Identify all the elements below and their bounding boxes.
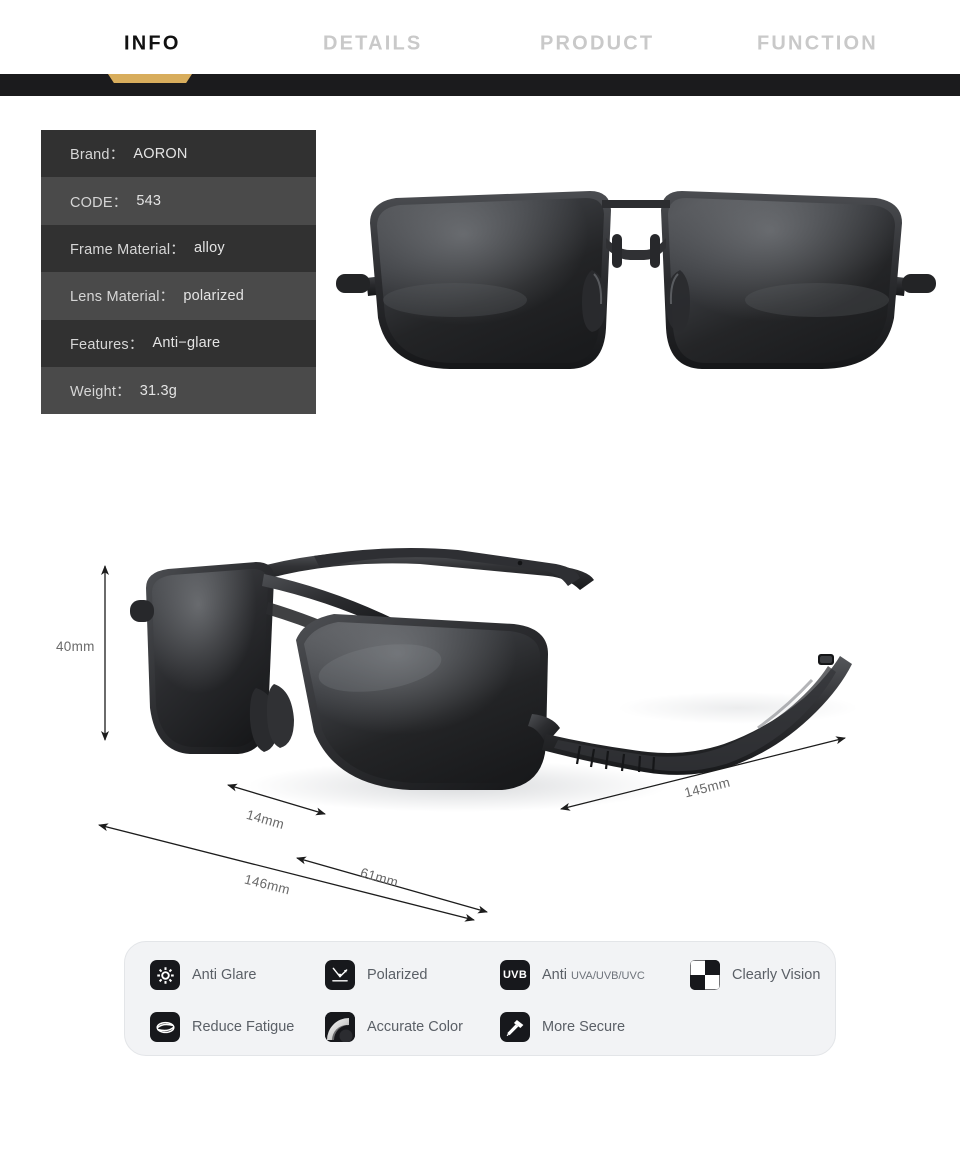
tab-product[interactable]: PRODUCT (540, 33, 654, 56)
feature-polarized: Polarized (325, 960, 427, 990)
active-tab-indicator (108, 74, 192, 83)
spec-key: Lens Material： (70, 289, 175, 306)
dimension-label-40mm: 40mm (56, 639, 95, 654)
tab-list: INFO DETAILS PRODUCT FUNCTION (0, 0, 960, 74)
tab-bar: INFO DETAILS PRODUCT FUNCTION (0, 0, 960, 74)
feature-label: Accurate Color (367, 1019, 463, 1035)
uvb-badge-icon: UVB (500, 960, 530, 990)
specification-table: Brand： AORON CODE： 543 Frame Material： a… (41, 130, 316, 415)
spec-key: Weight： (70, 384, 131, 401)
feature-label: More Secure (542, 1019, 626, 1035)
table-row: Frame Material： alloy (41, 224, 316, 273)
tab-info[interactable]: INFO (124, 33, 181, 56)
spec-key: Features： (70, 336, 144, 353)
tab-function[interactable]: FUNCTION (757, 33, 878, 56)
table-row: CODE： 543 (41, 177, 316, 225)
table-row: Features： Anti−glare (41, 319, 316, 367)
spec-value: AORON (133, 145, 188, 162)
feature-panel: Anti Glare Polarized UVB Anti UVA/UVB/UV… (124, 941, 836, 1056)
table-row: Lens Material： polarized (41, 272, 316, 320)
dimension-annotations: 40mm 14mm 61mm 146mm 145mm (0, 520, 960, 940)
spec-value: polarized (183, 287, 244, 304)
feature-more-secure: More Secure (500, 1012, 625, 1042)
feature-anti-uv: UVB Anti UVA/UVB/UVC (500, 960, 645, 990)
feature-clearly-vision: Clearly Vision (690, 960, 820, 990)
feature-label: Reduce Fatigue (192, 1019, 295, 1035)
table-row: Weight： 31.3g (41, 366, 316, 415)
dimension-line-14mm (227, 783, 326, 816)
dimension-line-146mm (98, 823, 475, 922)
feature-anti-glare: Anti Glare (150, 960, 256, 990)
checkerboard-icon (690, 960, 720, 990)
color-gradient-icon (325, 1012, 355, 1042)
table-row: Brand： AORON (41, 130, 316, 178)
feature-label-sub: UVA/UVB/UVC (571, 970, 645, 982)
sun-glare-icon (150, 960, 180, 990)
tab-details[interactable]: DETAILS (323, 33, 422, 56)
feature-label: Polarized (367, 967, 428, 983)
feature-label-main: Anti (542, 967, 572, 983)
product-detail-page: INFO DETAILS PRODUCT FUNCTION Brand： AOR… (0, 0, 960, 1150)
hammer-icon (500, 1012, 530, 1042)
feature-label: Clearly Vision (732, 967, 821, 983)
dimension-line-145mm (560, 736, 846, 811)
polarized-ray-icon (325, 960, 355, 990)
spec-value: 31.3g (139, 382, 178, 399)
spec-key: CODE： (70, 194, 128, 211)
product-photo-front-view (330, 178, 942, 383)
spec-key: Brand： (70, 147, 125, 164)
uvb-text: UVB (502, 969, 528, 981)
feature-label: Anti UVA/UVB/UVC (542, 967, 645, 983)
feature-reduce-fatigue: Reduce Fatigue (150, 1012, 294, 1042)
spec-key: Frame Material： (70, 241, 185, 258)
feature-accurate-color: Accurate Color (325, 1012, 463, 1042)
feature-label: Anti Glare (192, 967, 257, 983)
spec-value: alloy (194, 240, 225, 257)
spec-value: 543 (136, 193, 162, 210)
spec-value: Anti−glare (152, 335, 221, 352)
eye-icon (150, 1012, 180, 1042)
